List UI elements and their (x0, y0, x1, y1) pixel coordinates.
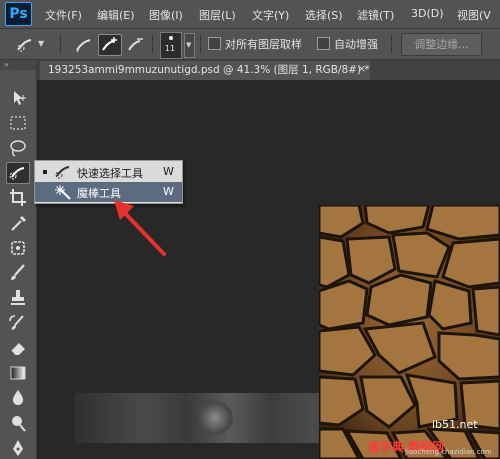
history-brush-tool[interactable] (6, 312, 30, 334)
eraser-tool[interactable] (6, 337, 30, 359)
brush-size-value: 11 (164, 44, 176, 53)
brush-dropdown-button[interactable]: ▼ (184, 33, 195, 58)
rectangle-marquee-icon (10, 116, 26, 130)
pen-icon (13, 440, 23, 456)
dodge-tool[interactable] (6, 412, 30, 434)
add-to-selection-button[interactable] (98, 34, 122, 56)
blurred-circle (197, 401, 233, 435)
blur-drop-icon (12, 390, 24, 405)
flyout-item-label: 快速选择工具 (77, 167, 143, 180)
menu-edit[interactable]: 编辑(E) (97, 7, 135, 23)
lasso-icon (10, 140, 26, 157)
menu-image[interactable]: 图像(I) (149, 7, 183, 23)
eraser-icon (10, 343, 25, 356)
auto-enhance-label: 自动增强 (334, 38, 378, 51)
sample-all-layers-checkbox[interactable] (208, 37, 221, 50)
chevron-down-icon[interactable]: ▼ (38, 39, 44, 48)
clone-stamp-tool[interactable] (6, 287, 30, 309)
tool-preset-picker[interactable] (14, 34, 38, 56)
divider (391, 35, 392, 53)
menu-bar: Ps 文件(F) 编辑(E) 图像(I) 图层(L) 文字(Y) 选择(S) 滤… (0, 0, 500, 29)
refine-edge-button[interactable]: 调整边缘... (401, 33, 482, 56)
brush-icon (11, 264, 25, 280)
crop-icon (10, 189, 26, 206)
eyedropper-tool[interactable] (6, 212, 30, 234)
magic-wand-icon (55, 185, 71, 200)
flyout-item-shortcut: W (163, 165, 174, 178)
watermark-url: jiaocheng.chazidian.com (405, 448, 492, 456)
menu-layer[interactable]: 图层(L) (199, 7, 236, 23)
quick-selection-icon (55, 166, 70, 179)
gradient-icon (10, 366, 26, 380)
menu-filter[interactable]: 滤镜(T) (357, 7, 394, 23)
document-tab[interactable]: 193253ammi9mmuzunutigd.psd @ 41.3% (图层 1… (40, 61, 370, 80)
move-icon (14, 91, 26, 105)
quick-selection-icon (9, 167, 25, 180)
healing-brush-tool[interactable] (6, 237, 30, 259)
brush-tool[interactable] (6, 262, 30, 284)
subtract-from-selection-button[interactable] (124, 34, 148, 56)
new-selection-button[interactable] (72, 34, 96, 56)
toolbox-collapse-button[interactable]: » (0, 60, 36, 70)
stamp-icon (11, 290, 25, 305)
history-brush-icon (9, 315, 24, 330)
menu-select[interactable]: 选择(S) (305, 7, 343, 23)
watermark-site: ib51.net (432, 418, 478, 431)
menu-file[interactable]: 文件(F) (45, 7, 82, 23)
divider (200, 35, 201, 53)
sample-all-layers-label: 对所有图层取样 (225, 38, 302, 51)
quick-selection-tool[interactable] (6, 162, 30, 184)
marquee-tool[interactable] (6, 112, 30, 134)
brush-tip-icon (169, 36, 173, 40)
auto-enhance-checkbox[interactable] (317, 37, 330, 50)
current-tool-indicator (43, 170, 47, 174)
annotation-arrow (114, 200, 166, 256)
menu-type[interactable]: 文字(Y) (252, 7, 289, 23)
move-tool[interactable] (6, 87, 30, 109)
quick-selection-icon (17, 39, 32, 52)
brush-new-icon (76, 39, 91, 52)
pen-tool[interactable] (6, 437, 30, 459)
brush-subtract-icon (128, 38, 143, 51)
divider (152, 35, 153, 53)
healing-brush-icon (11, 241, 25, 255)
flyout-item-quick-selection[interactable]: 快速选择工具 W (35, 162, 182, 182)
crop-tool[interactable] (6, 187, 30, 209)
eyedropper-icon (11, 216, 26, 231)
divider (60, 35, 61, 53)
app-logo: Ps (5, 2, 32, 26)
chevron-down-icon: ▼ (186, 41, 192, 49)
blurred-image-strip (75, 393, 355, 443)
brush-add-icon (102, 37, 117, 51)
close-icon[interactable]: × (357, 62, 366, 75)
lasso-tool[interactable] (6, 137, 30, 159)
menu-3d[interactable]: 3D(D) (411, 7, 444, 20)
menu-view[interactable]: 视图(V (457, 7, 491, 23)
blur-tool[interactable] (6, 387, 30, 409)
dodge-icon (12, 416, 26, 432)
gradient-tool[interactable] (6, 362, 30, 384)
